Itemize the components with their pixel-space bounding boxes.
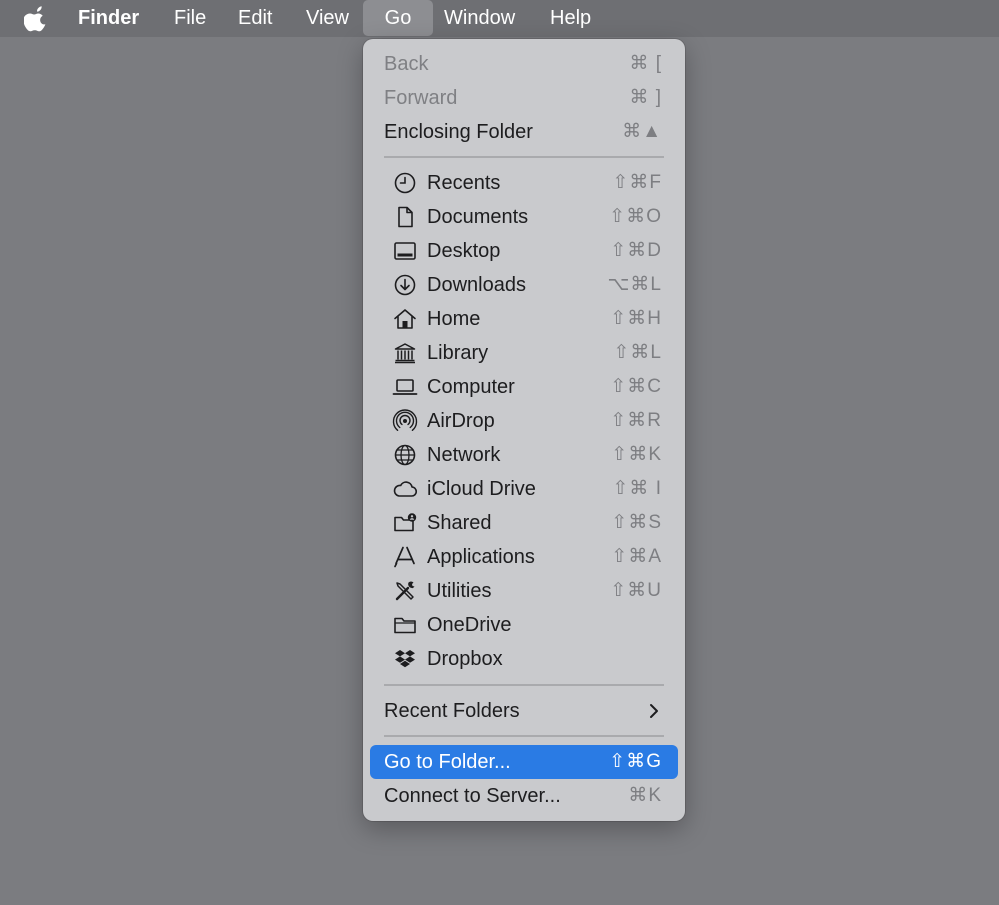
menu-item-label: Computer xyxy=(427,376,515,398)
shortcut-label: ⇧⌘D xyxy=(610,240,662,261)
menu-item-label: Connect to Server... xyxy=(384,785,561,807)
airdrop-icon xyxy=(392,408,418,434)
menu-help[interactable]: Help xyxy=(550,0,591,37)
house-icon xyxy=(392,306,418,332)
laptop-icon xyxy=(392,374,418,400)
menu-item-recents[interactable]: Recents ⇧⌘F xyxy=(370,166,678,200)
clock-icon xyxy=(392,170,418,196)
menu-separator xyxy=(384,684,664,686)
cloud-icon xyxy=(392,476,418,502)
apple-logo-icon[interactable] xyxy=(24,4,50,32)
shortcut-label: ⌘K xyxy=(628,785,662,806)
shortcut-label: ⇧⌘U xyxy=(610,580,662,601)
menu-item-label: Shared xyxy=(427,512,492,534)
menu-item-dropbox[interactable]: Dropbox xyxy=(370,642,678,676)
menu-item-label: Back xyxy=(384,53,429,75)
menu-view[interactable]: View xyxy=(306,0,349,37)
menu-item-label: Enclosing Folder xyxy=(384,121,533,143)
menu-item-enclosing-folder[interactable]: Enclosing Folder ⌘▲ xyxy=(370,115,678,149)
menu-item-shared[interactable]: Shared ⇧⌘S xyxy=(370,506,678,540)
menu-separator xyxy=(384,735,664,737)
applications-icon xyxy=(392,544,418,570)
menu-item-go-to-folder[interactable]: Go to Folder... ⇧⌘G xyxy=(370,745,678,779)
menu-item-label: iCloud Drive xyxy=(427,478,536,500)
dropbox-icon xyxy=(392,646,418,672)
shortcut-label: ⇧⌘O xyxy=(609,206,662,227)
shortcut-label: ⇧⌘R xyxy=(610,410,662,431)
menu-item-forward[interactable]: Forward ⌘ ] xyxy=(370,81,678,115)
menu-item-label: Forward xyxy=(384,87,458,109)
shortcut-label: ⌘ [ xyxy=(629,53,662,74)
menu-item-label: Recent Folders xyxy=(384,700,520,722)
shortcut-label: ⌥⌘L xyxy=(607,274,662,295)
menu-item-label: Utilities xyxy=(427,580,492,602)
menu-item-label: Applications xyxy=(427,546,535,568)
menu-item-label: AirDrop xyxy=(427,410,495,432)
menu-item-connect-to-server[interactable]: Connect to Server... ⌘K xyxy=(370,779,678,813)
shortcut-label: ⇧⌘C xyxy=(610,376,662,397)
shortcut-label: ⇧⌘K xyxy=(611,444,662,465)
chevron-right-icon xyxy=(648,703,660,719)
menu-item-computer[interactable]: Computer ⇧⌘C xyxy=(370,370,678,404)
menu-item-home[interactable]: Home ⇧⌘H xyxy=(370,302,678,336)
shortcut-label: ⇧⌘H xyxy=(610,308,662,329)
desktop-icon xyxy=(392,238,418,264)
menu-file[interactable]: File xyxy=(174,0,206,37)
menu-item-documents[interactable]: Documents ⇧⌘O xyxy=(370,200,678,234)
download-icon xyxy=(392,272,418,298)
menu-go[interactable]: Go xyxy=(363,0,433,36)
menu-item-utilities[interactable]: Utilities ⇧⌘U xyxy=(370,574,678,608)
menu-item-network[interactable]: Network ⇧⌘K xyxy=(370,438,678,472)
menu-item-label: OneDrive xyxy=(427,614,512,636)
go-menu-dropdown: Back ⌘ [ Forward ⌘ ] Enclosing Folder ⌘▲… xyxy=(363,39,685,821)
menu-item-label: Go to Folder... xyxy=(384,751,511,773)
shortcut-label: ⇧⌘L xyxy=(613,342,662,363)
shortcut-label: ⌘▲ xyxy=(622,121,662,142)
shortcut-label: ⇧⌘F xyxy=(612,172,662,193)
menu-item-applications[interactable]: Applications ⇧⌘A xyxy=(370,540,678,574)
shortcut-label: ⌘ ] xyxy=(629,87,662,108)
menu-item-back[interactable]: Back ⌘ [ xyxy=(370,47,678,81)
menu-bar: Finder File Edit View Go Window Help xyxy=(0,0,999,37)
menu-item-label: Library xyxy=(427,342,489,364)
menu-item-label: Desktop xyxy=(427,240,501,262)
menu-finder[interactable]: Finder xyxy=(78,0,139,37)
menu-edit[interactable]: Edit xyxy=(238,0,272,37)
menu-item-library[interactable]: Library ⇧⌘L xyxy=(370,336,678,370)
menu-separator xyxy=(384,156,664,158)
menu-item-label: Documents xyxy=(427,206,529,228)
globe-icon xyxy=(392,442,418,468)
menu-item-onedrive[interactable]: OneDrive xyxy=(370,608,678,642)
shortcut-label: ⇧⌘ I xyxy=(612,478,662,499)
menu-item-desktop[interactable]: Desktop ⇧⌘D xyxy=(370,234,678,268)
menu-item-label: Recents xyxy=(427,172,501,194)
library-icon xyxy=(392,340,418,366)
menu-item-recent-folders[interactable]: Recent Folders xyxy=(370,694,678,728)
tools-icon xyxy=(392,578,418,604)
shortcut-label: ⇧⌘A xyxy=(611,546,662,567)
menu-item-label: Downloads xyxy=(427,274,526,296)
menu-item-airdrop[interactable]: AirDrop ⇧⌘R xyxy=(370,404,678,438)
menu-item-downloads[interactable]: Downloads ⌥⌘L xyxy=(370,268,678,302)
shortcut-label: ⇧⌘G xyxy=(609,751,662,772)
menu-window[interactable]: Window xyxy=(444,0,515,37)
folder-icon xyxy=(392,612,418,638)
document-icon xyxy=(392,204,418,230)
menu-item-label: Home xyxy=(427,308,481,330)
menu-item-label: Dropbox xyxy=(427,648,503,670)
shortcut-label: ⇧⌘S xyxy=(611,512,662,533)
menu-item-icloud-drive[interactable]: iCloud Drive ⇧⌘ I xyxy=(370,472,678,506)
shared-folder-icon xyxy=(392,510,418,536)
menu-item-label: Network xyxy=(427,444,501,466)
